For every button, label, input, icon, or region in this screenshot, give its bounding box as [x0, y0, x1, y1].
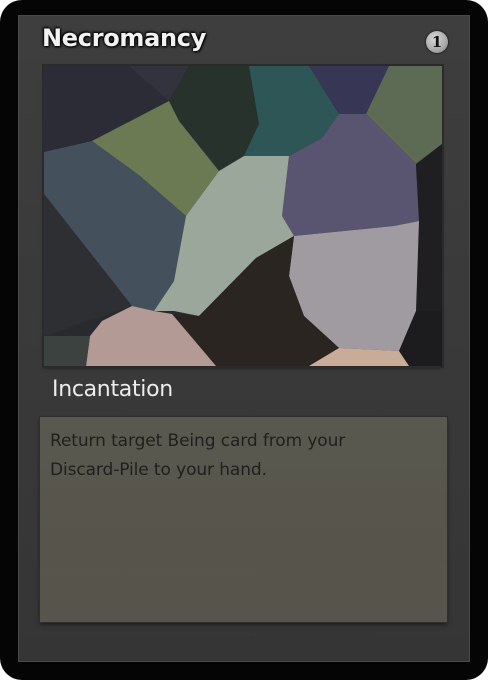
mana-cost-value: 1 — [431, 33, 443, 51]
mana-cost-badge: 1 — [426, 31, 448, 53]
rules-text-line: Discard-Pile to your hand. — [50, 460, 267, 480]
rules-text: Return target Being card from your Disca… — [50, 427, 430, 485]
card-frame[interactable]: Necromancy 1 Incantation Return target B… — [0, 0, 488, 680]
rules-text-box: Return target Being card from your Disca… — [40, 417, 447, 622]
card-type-line: Incantation — [52, 377, 173, 402]
card-title: Necromancy — [42, 24, 207, 52]
rules-text-line: Return target Being card from your — [50, 431, 346, 451]
card-art — [44, 66, 442, 366]
